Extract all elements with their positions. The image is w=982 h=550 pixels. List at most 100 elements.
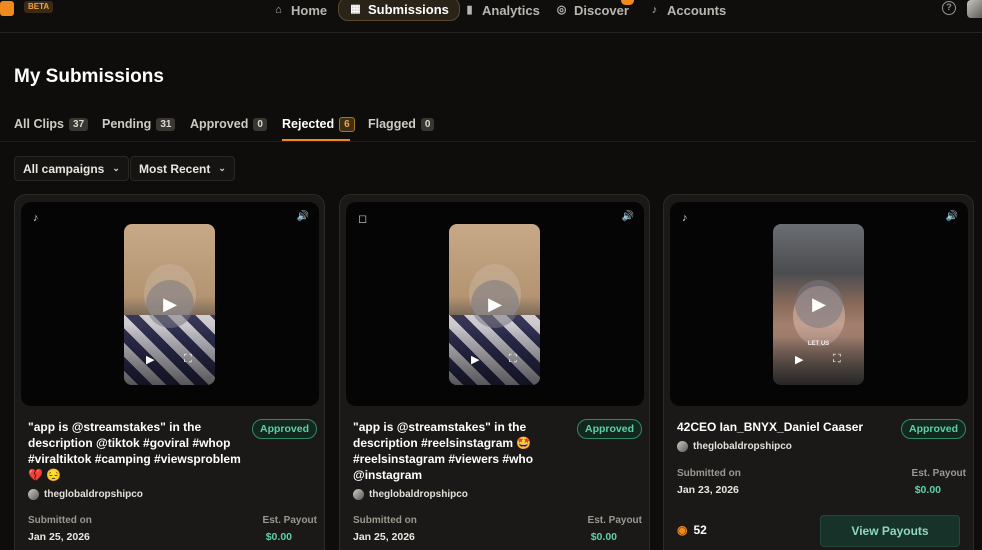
nav-analytics[interactable]: ▮ Analytics <box>463 0 540 20</box>
creator-avatar <box>28 489 39 500</box>
creator-name: theglobaldropshipco <box>369 489 468 500</box>
status-badge: Approved <box>251 419 317 439</box>
creator-name: theglobaldropshipco <box>44 489 143 500</box>
thumbnail-shade <box>124 325 215 385</box>
campaign-filter-value: All campaigns <box>23 161 105 176</box>
nav-submissions[interactable]: ▦ Submissions <box>338 0 460 21</box>
tiktok-icon: ♪ <box>651 3 658 16</box>
play-small-icon[interactable]: ▶ <box>146 353 154 366</box>
card-title-emoji: 💔 😔 <box>28 468 62 482</box>
payout-value: $0.00 <box>914 484 941 496</box>
view-payouts-button[interactable]: View Payouts <box>820 515 960 547</box>
speaker-icon[interactable]: 🔊 <box>946 211 958 222</box>
play-icon[interactable]: ▶ <box>471 280 519 328</box>
tab-count: 0 <box>420 117 435 131</box>
creator-avatar <box>353 489 364 500</box>
chevron-down-icon: ⌄ <box>112 163 120 173</box>
video-player[interactable]: ♪ 🔊 ▶ ▶ ⛶ <box>21 202 319 406</box>
instagram-icon: ◻ <box>358 213 368 225</box>
speaker-icon[interactable]: 🔊 <box>297 211 309 222</box>
payout-value: $0.00 <box>265 531 292 543</box>
payout-value: $0.00 <box>590 531 617 543</box>
creator-name: theglobaldropshipco <box>693 441 792 452</box>
user-avatar[interactable] <box>967 0 982 18</box>
eye-icon: ◉ <box>677 523 688 537</box>
sort-dropdown[interactable]: Most Recent ⌄ <box>130 156 235 181</box>
sort-value: Most Recent <box>139 161 211 176</box>
nav-home[interactable]: ⌂ Home <box>272 0 327 20</box>
submission-card: ♪ 🔊 ▶ ▶ ⛶ "app is @streamstakes" in the … <box>14 194 325 550</box>
thumbnail-caption: LET US <box>807 341 830 347</box>
help-icon[interactable]: ? <box>942 1 956 15</box>
submission-card: ◻ 🔊 ▶ ▶ ⛶ "app is @streamstakes" in the … <box>339 194 650 550</box>
views-value: 52 <box>693 523 707 537</box>
tab-flagged[interactable]: Flagged 0 <box>368 114 435 134</box>
tab-all-clips[interactable]: All Clips 37 <box>14 114 89 134</box>
submitted-label: Submitted on <box>28 515 92 526</box>
status-badge: Approved <box>576 419 642 439</box>
fullscreen-icon[interactable]: ⛶ <box>509 353 517 366</box>
creator: theglobaldropshipco <box>353 489 468 500</box>
chevron-down-icon: ⌄ <box>218 163 226 173</box>
submitted-label: Submitted on <box>353 515 417 526</box>
video-thumbnail[interactable]: ▶ ▶ ⛶ <box>449 224 540 385</box>
tab-label: All Clips <box>14 117 65 131</box>
submitted-date: Jan 25, 2026 <box>28 531 90 543</box>
tiktok-icon: ♪ <box>33 212 39 224</box>
tab-rejected[interactable]: Rejected 6 <box>282 114 355 134</box>
video-thumbnail[interactable]: ▶ ▶ ⛶ <box>124 224 215 385</box>
tiktok-icon: ♪ <box>682 212 688 224</box>
speaker-icon[interactable]: 🔊 <box>622 211 634 222</box>
video-thumbnail[interactable]: LET US ▶ ▶ ⛶ <box>773 224 864 385</box>
tab-count: 31 <box>156 117 176 131</box>
tab-label: Approved <box>190 117 249 131</box>
nav-submissions-label: Submissions <box>368 1 449 17</box>
creator: theglobaldropshipco <box>28 489 143 500</box>
notification-dot <box>621 0 634 5</box>
tab-approved[interactable]: Approved 0 <box>190 114 267 134</box>
play-icon[interactable]: ▶ <box>146 280 194 328</box>
nav-home-label: Home <box>291 2 328 18</box>
submission-card: ♪ 🔊 LET US ▶ ▶ ⛶ 42CEO Ian_BNYX_Daniel C… <box>663 194 974 550</box>
video-player[interactable]: ♪ 🔊 LET US ▶ ▶ ⛶ <box>670 202 968 406</box>
tab-label: Rejected <box>282 117 335 131</box>
creator-avatar <box>677 441 688 452</box>
fullscreen-icon[interactable]: ⛶ <box>833 353 841 366</box>
active-tab-indicator <box>282 139 350 141</box>
payout-label: Est. Payout <box>587 515 642 526</box>
play-small-icon[interactable]: ▶ <box>795 353 803 366</box>
video-player[interactable]: ◻ 🔊 ▶ ▶ ⛶ <box>346 202 644 406</box>
creator: theglobaldropshipco <box>677 441 792 452</box>
play-small-icon[interactable]: ▶ <box>471 353 479 366</box>
thumbnail-shade <box>773 325 864 385</box>
payout-label: Est. Payout <box>911 468 966 479</box>
nav-discover[interactable]: ◎ Discover <box>555 0 629 20</box>
tab-pending[interactable]: Pending 31 <box>102 114 176 134</box>
tab-label: Flagged <box>368 117 416 131</box>
page-title: My Submissions <box>14 66 164 87</box>
play-icon[interactable]: ▶ <box>795 280 843 328</box>
campaign-filter-dropdown[interactable]: All campaigns ⌄ <box>14 156 129 181</box>
views-count: ◉ 52 <box>677 523 707 537</box>
card-title: "app is @streamstakes" in the descriptio… <box>353 420 534 482</box>
tab-count: 6 <box>339 116 355 132</box>
submitted-date: Jan 23, 2026 <box>677 484 739 496</box>
nav-discover-label: Discover <box>574 2 629 18</box>
card-title: "app is @streamstakes" in the descriptio… <box>28 419 248 483</box>
tab-count: 37 <box>69 117 89 131</box>
status-tabs: All Clips 37 Pending 31 Approved 0 Rejec… <box>0 112 976 142</box>
beta-badge: BETA <box>24 1 54 13</box>
nav-accounts[interactable]: ♪ Accounts <box>648 0 726 20</box>
app-logo[interactable] <box>0 1 14 16</box>
nav-accounts-label: Accounts <box>667 2 727 18</box>
fullscreen-icon[interactable]: ⛶ <box>184 353 192 366</box>
top-nav-bar: BETA ⌂ Home ▦ Submissions ▮ Analytics ◎ … <box>0 0 982 33</box>
compass-icon: ◎ <box>556 3 567 16</box>
tab-label: Pending <box>102 117 152 131</box>
nav-analytics-label: Analytics <box>482 2 540 18</box>
submitted-date: Jan 25, 2026 <box>353 531 415 543</box>
home-icon: ⌂ <box>275 3 282 16</box>
payout-label: Est. Payout <box>262 515 317 526</box>
grid-icon: ▦ <box>350 2 361 15</box>
bar-chart-icon: ▮ <box>466 3 473 16</box>
